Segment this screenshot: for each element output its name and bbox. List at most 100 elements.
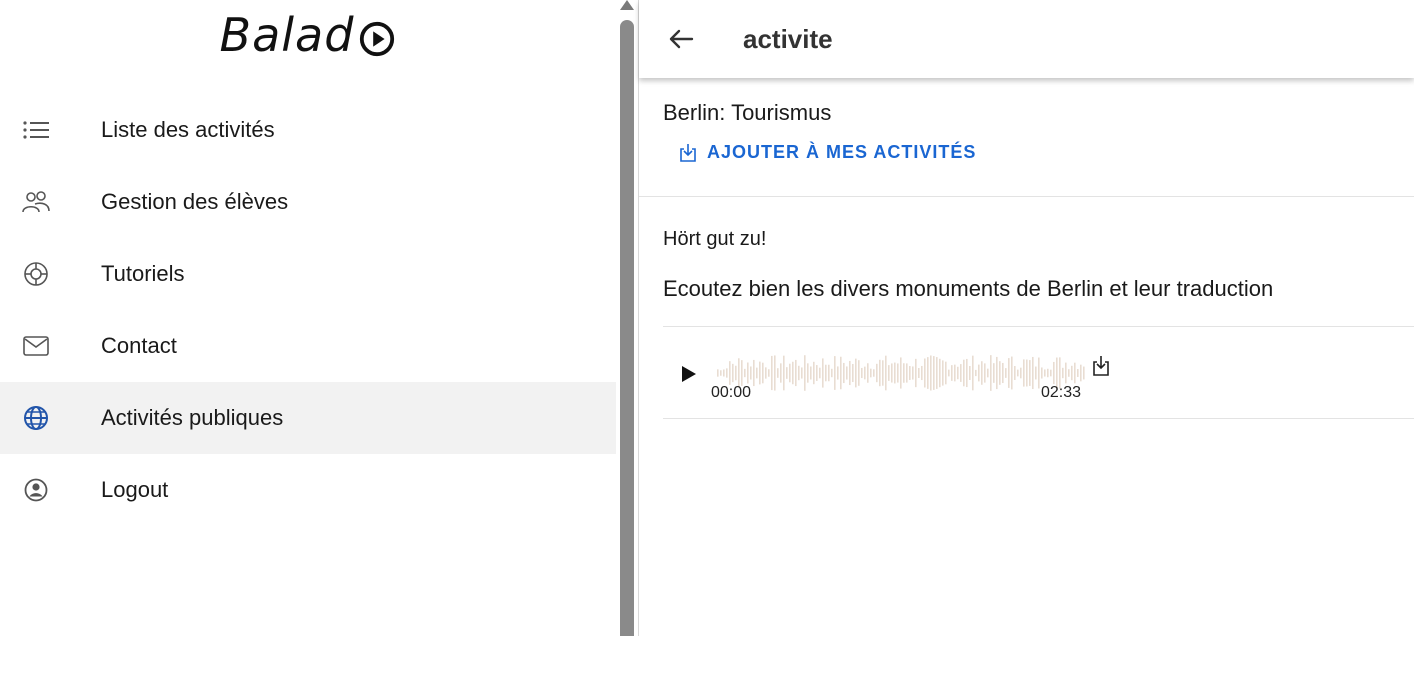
waveform-bar [858,360,860,386]
waveform-bar [1050,369,1052,377]
waveform-bar [870,368,872,378]
waveform-bar [954,364,956,382]
waveform-bar [786,367,788,379]
activity-name: Berlin: Tourismus [663,100,832,125]
waveform-bar [903,363,905,383]
waveform-bar [753,359,755,387]
waveform-bar [933,356,935,390]
waveform-bar [981,361,983,385]
waveform-bar [900,357,902,389]
waveform-bar [831,368,833,378]
waveform-bar [735,365,737,381]
top-app-bar: activite [639,0,1414,78]
sidebar-nav: Liste des activités Gestion des élèves T… [0,94,616,526]
arrow-left-icon [669,29,694,49]
sidebar-item-liste-des-activites[interactable]: Liste des activités [0,94,616,166]
waveform-bar [897,363,899,383]
app-logo: Balad [0,8,616,68]
sidebar-item-label: Logout [101,477,169,502]
waveform-bar [723,369,725,377]
sidebar-item-logout[interactable]: Logout [0,454,616,526]
waveform-bar [1032,356,1034,390]
lifebuoy-icon [18,256,54,292]
waveform-bar [849,360,851,386]
waveform-bar [741,360,743,386]
waveform-bar [936,357,938,389]
waveform-bar [984,363,986,383]
waveform-bar [879,359,881,387]
waveform-bar [876,363,878,383]
scrollbar-thumb[interactable] [620,20,634,636]
waveform-bar [996,356,998,390]
waveform-bar [918,368,920,378]
waveform-bar [843,362,845,384]
waveform-bar [798,365,800,381]
waveform-bar [825,364,827,382]
waveform-bar [1068,369,1070,377]
sidebar-item-contact[interactable]: Contact [0,310,616,382]
mail-icon [18,328,54,364]
waveform-bar [966,358,968,388]
waveform-bar [789,363,791,383]
waveform-bar [924,358,926,388]
waveform-bar [729,361,731,385]
add-to-my-activities-button[interactable]: AJOUTER À MES ACTIVITÉS [679,142,976,163]
download-icon [680,143,696,162]
waveform-bar [948,369,950,377]
waveform-bar [957,366,959,380]
waveform-bar [777,368,779,378]
waveform-bar [990,355,992,391]
waveform-bar [750,366,752,380]
waveform-bar [987,368,989,378]
sidebar-item-activites-publiques[interactable]: Activités publiques [0,382,616,454]
waveform-bar [906,363,908,383]
waveform-bar [975,369,977,377]
waveform-bar [978,364,980,382]
waveform-bar [873,369,875,377]
section-divider [663,326,1414,327]
waveform-bar [927,357,929,389]
sidebar-item-tutoriels[interactable]: Tutoriels [0,238,616,310]
activity-description: Ecoutez bien les divers monuments de Ber… [663,276,1274,301]
waveform-bar [840,356,842,390]
back-button[interactable] [661,19,701,59]
waveform-bar [1041,367,1043,379]
logo-text: Balad [219,8,355,62]
audio-time-end: 02:33 [1041,384,1082,401]
scroll-up-arrow-icon[interactable] [620,0,634,10]
waveform-bar [816,365,818,381]
waveform-bar [864,366,866,380]
waveform-bar [744,368,746,378]
page-title: activite [743,23,833,54]
waveform-bar [891,363,893,383]
waveform-bar [867,363,869,383]
audio-waveform[interactable] [717,350,1087,396]
waveform-bar [837,366,839,380]
logo-play-icon [360,21,395,57]
waveform-bar [951,365,953,381]
waveform-bar [759,361,761,385]
sidebar-item-gestion-des-eleves[interactable]: Gestion des élèves [0,166,616,238]
waveform-bar [1065,362,1067,384]
waveform-bar [921,365,923,381]
play-icon[interactable] [679,363,699,385]
download-audio-icon[interactable] [1091,355,1111,377]
waveform-bar [1077,369,1079,377]
sidebar-item-label: Activités publiques [101,405,284,430]
waveform-bar [792,361,794,385]
waveform-bar [888,365,890,381]
account-circle-icon [18,472,54,508]
waveform-bar [783,355,785,391]
waveform-bar [804,355,806,391]
waveform-bar [1062,367,1064,379]
waveform-bar [1035,366,1037,380]
waveform-bar [834,356,836,390]
waveform-bar [813,361,815,385]
waveform-bar [1080,364,1082,382]
waveform-bar [969,365,971,381]
waveform-bar [768,369,770,377]
waveform-bar [822,358,824,388]
waveform-bar [762,362,764,384]
sidebar-item-label: Liste des activités [101,117,275,142]
audio-player: 00:00 02:33 [679,350,1139,410]
